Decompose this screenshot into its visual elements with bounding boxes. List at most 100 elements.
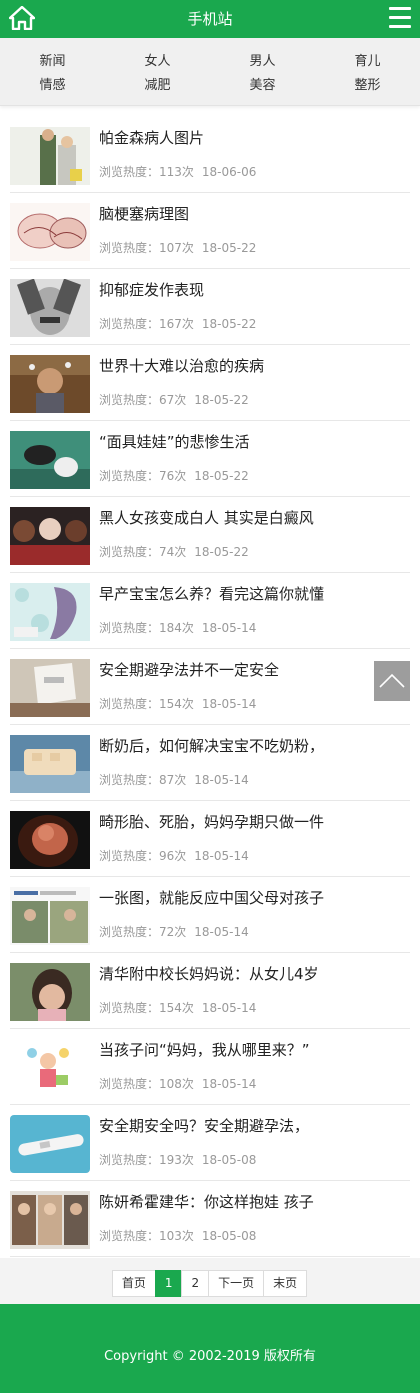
list-item[interactable]: 世界十大难以治愈的疾病浏览热度：67次 18-05-22 <box>10 345 410 421</box>
list-item[interactable]: 一张图，就能反应中国父母对孩子 浏览热度：72次 18-05-14 <box>10 877 410 953</box>
article-date: 18-05-14 <box>194 773 249 787</box>
article-title[interactable]: 畸形胎、死胎，妈妈孕期只做一件 <box>99 811 410 833</box>
article-title[interactable]: 一张图，就能反应中国父母对孩子 <box>99 887 410 909</box>
category-weight-loss[interactable]: 减肥 <box>105 74 210 98</box>
list-item[interactable]: “面具娃娃”的悲惨生活 浏览热度：76次 18-05-22 <box>10 421 410 497</box>
article-title[interactable]: 陈妍希霍建华：你这样抱娃 孩子 <box>99 1191 410 1213</box>
article-meta: 浏览热度：113次 18-06-06 <box>99 163 410 180</box>
category-parenting[interactable]: 育儿 <box>315 50 420 74</box>
article-heat: 浏览热度：167次 <box>99 317 194 331</box>
article-thumbnail[interactable] <box>10 583 90 641</box>
page-next[interactable]: 下一页 <box>208 1270 265 1297</box>
article-thumbnail[interactable] <box>10 887 90 945</box>
list-item[interactable]: 断奶后，如何解决宝宝不吃奶粉， 浏览热度：87次 18-05-14 <box>10 725 410 801</box>
article-title[interactable]: 断奶后，如何解决宝宝不吃奶粉， <box>99 735 410 757</box>
article-thumbnail[interactable] <box>10 279 90 337</box>
article-date: 18-06-06 <box>201 165 257 179</box>
page-last[interactable]: 末页 <box>263 1270 308 1297</box>
article-heat: 浏览热度：107次 <box>99 241 194 255</box>
category-beauty[interactable]: 美容 <box>210 74 315 98</box>
list-item[interactable]: 清华附中校长妈妈说：从女儿4岁浏览热度：154次 18-05-14 <box>10 953 410 1029</box>
article-info: 当孩子问“妈妈，我从哪里来？” 浏览热度：108次 18-05-14 <box>99 1039 410 1104</box>
article-thumbnail[interactable] <box>10 963 90 1021</box>
article-thumbnail[interactable] <box>10 127 90 185</box>
article-meta: 浏览热度：154次 18-05-14 <box>99 999 410 1016</box>
back-to-top-button[interactable] <box>374 661 410 701</box>
article-thumbnail[interactable] <box>10 659 90 717</box>
article-thumbnail[interactable] <box>10 1039 90 1097</box>
article-info: 抑郁症发作表现 浏览热度：167次 18-05-22 <box>99 279 410 344</box>
article-date: 18-05-22 <box>194 393 249 407</box>
article-thumbnail[interactable] <box>10 735 90 793</box>
list-item[interactable]: 安全期安全吗？安全期避孕法， 浏览热度：193次 18-05-08 <box>10 1105 410 1181</box>
article-title[interactable]: 世界十大难以治愈的疾病 <box>99 355 410 377</box>
article-title[interactable]: 清华附中校长妈妈说：从女儿4岁 <box>99 963 410 985</box>
list-item[interactable]: 安全期避孕法并不一定安全 浏览热度：154次 18-05-14 <box>10 649 410 725</box>
list-item[interactable]: 畸形胎、死胎，妈妈孕期只做一件浏览热度：96次 18-05-14 <box>10 801 410 877</box>
article-thumbnail[interactable] <box>10 431 90 489</box>
category-men[interactable]: 男人 <box>210 50 315 74</box>
article-heat: 浏览热度：96次 <box>99 849 187 863</box>
article-heat: 浏览热度：87次 <box>99 773 187 787</box>
article-heat: 浏览热度：154次 <box>99 1001 194 1015</box>
footer: Copyright © 2002-2019 版权所有 <box>0 1304 420 1393</box>
category-emotion[interactable]: 情感 <box>0 74 105 98</box>
chevron-up-icon <box>379 673 405 688</box>
article-info: “面具娃娃”的悲惨生活 浏览热度：76次 18-05-22 <box>99 431 410 496</box>
article-info: 黑人女孩变成白人 其实是白癜风浏览热度：74次 18-05-22 <box>99 507 410 572</box>
article-info: 陈妍希霍建华：你这样抱娃 孩子浏览热度：103次 18-05-08 <box>99 1191 410 1256</box>
article-thumbnail[interactable] <box>10 1115 90 1173</box>
category-row: 新闻 女人 男人 育儿 <box>0 50 420 74</box>
article-heat: 浏览热度：74次 <box>99 545 187 559</box>
menu-icon[interactable] <box>389 7 411 31</box>
list-item[interactable]: 当孩子问“妈妈，我从哪里来？” 浏览热度：108次 18-05-14 <box>10 1029 410 1105</box>
article-thumbnail[interactable] <box>10 507 90 565</box>
article-date: 18-05-14 <box>201 697 257 711</box>
category-cosmetic-surgery[interactable]: 整形 <box>315 74 420 98</box>
list-item[interactable]: 早产宝宝怎么养？看完这篇你就懂 浏览热度：184次 18-05-14 <box>10 573 410 649</box>
article-title[interactable]: 安全期安全吗？安全期避孕法， <box>99 1115 410 1137</box>
category-news[interactable]: 新闻 <box>0 50 105 74</box>
article-title[interactable]: 早产宝宝怎么养？看完这篇你就懂 <box>99 583 410 605</box>
category-women[interactable]: 女人 <box>105 50 210 74</box>
article-date: 18-05-14 <box>201 621 257 635</box>
article-meta: 浏览热度：107次 18-05-22 <box>99 239 410 256</box>
article-date: 18-05-14 <box>201 1001 257 1015</box>
article-title[interactable]: 帕金森病人图片 <box>99 127 410 149</box>
article-heat: 浏览热度：193次 <box>99 1153 194 1167</box>
article-info: 断奶后，如何解决宝宝不吃奶粉， 浏览热度：87次 18-05-14 <box>99 735 410 800</box>
list-item[interactable]: 帕金森病人图片浏览热度：113次 18-06-06 <box>10 117 410 193</box>
category-nav: 新闻 女人 男人 育儿 情感 减肥 美容 整形 <box>0 38 420 106</box>
article-date: 18-05-22 <box>194 545 249 559</box>
article-date: 18-05-08 <box>201 1229 257 1243</box>
pagination: 首页 1 2 下一页 末页 <box>0 1258 420 1309</box>
article-thumbnail[interactable] <box>10 1191 90 1249</box>
article-title[interactable]: 黑人女孩变成白人 其实是白癜风 <box>99 507 410 529</box>
article-heat: 浏览热度：72次 <box>99 925 187 939</box>
page-first[interactable]: 首页 <box>111 1270 156 1297</box>
list-item[interactable]: 抑郁症发作表现 浏览热度：167次 18-05-22 <box>10 269 410 345</box>
article-thumbnail[interactable] <box>10 811 90 869</box>
article-date: 18-05-14 <box>194 849 249 863</box>
article-title[interactable]: 脑梗塞病理图 <box>99 203 410 225</box>
article-info: 帕金森病人图片浏览热度：113次 18-06-06 <box>99 127 410 192</box>
article-date: 18-05-22 <box>201 241 257 255</box>
article-thumbnail[interactable] <box>10 203 90 261</box>
list-item[interactable]: 陈妍希霍建华：你这样抱娃 孩子浏览热度：103次 18-05-08 <box>10 1181 410 1257</box>
article-meta: 浏览热度：103次 18-05-08 <box>99 1227 410 1244</box>
article-date: 18-05-08 <box>201 1153 257 1167</box>
list-item[interactable]: 脑梗塞病理图浏览热度：107次 18-05-22 <box>10 193 410 269</box>
article-thumbnail[interactable] <box>10 355 90 413</box>
article-heat: 浏览热度：103次 <box>99 1229 194 1243</box>
article-meta: 浏览热度：67次 18-05-22 <box>99 391 410 408</box>
site-title: 手机站 <box>187 10 233 28</box>
page-1[interactable]: 1 <box>154 1270 183 1297</box>
article-title[interactable]: 安全期避孕法并不一定安全 <box>99 659 410 681</box>
list-item[interactable]: 黑人女孩变成白人 其实是白癜风浏览热度：74次 18-05-22 <box>10 497 410 573</box>
article-title[interactable]: 抑郁症发作表现 <box>99 279 410 301</box>
article-title[interactable]: 当孩子问“妈妈，我从哪里来？” <box>99 1039 410 1061</box>
article-title[interactable]: “面具娃娃”的悲惨生活 <box>99 431 410 453</box>
article-info: 脑梗塞病理图浏览热度：107次 18-05-22 <box>99 203 410 268</box>
article-info: 清华附中校长妈妈说：从女儿4岁浏览热度：154次 18-05-14 <box>99 963 410 1028</box>
page-2[interactable]: 2 <box>181 1270 210 1297</box>
